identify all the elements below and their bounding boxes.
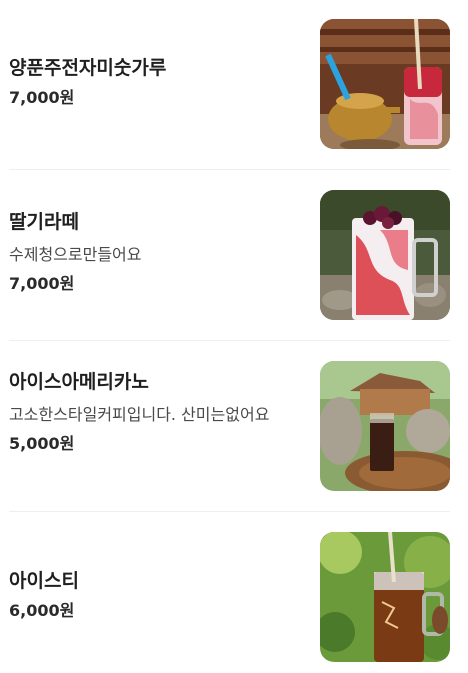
menu-item-text: 아이스아메리카노 고소한스타일커피입니다. 산미는없어요 5,000원	[9, 369, 299, 455]
iced-tea-photo-image	[320, 532, 450, 662]
menu-item-price: 6,000원	[9, 601, 75, 620]
menu-item-strawberry-latte[interactable]: 딸기라떼 수제청으로만들어요 7,000원	[9, 190, 450, 320]
menu-list: 양푼주전자미숫가루 7,000원 딸기라떼 수제청으로만들어요 7,000원 아…	[0, 0, 468, 673]
divider	[9, 340, 450, 341]
menu-item-price: 7,000원	[9, 88, 75, 107]
menu-item-price: 5,000원	[9, 434, 75, 453]
menu-item-price: 7,000원	[9, 274, 75, 293]
menu-item-name: 아이스티	[9, 570, 79, 592]
menu-item-text: 아이스티 6,000원	[9, 568, 299, 622]
misutgaru-photo-image	[320, 19, 450, 149]
divider	[9, 169, 450, 170]
menu-item-photo[interactable]	[320, 532, 450, 662]
menu-item-name: 양푼주전자미숫가루	[9, 57, 167, 79]
menu-item-name: 딸기라떼	[9, 211, 79, 233]
menu-item-photo[interactable]	[320, 190, 450, 320]
menu-item-text: 양푼주전자미숫가루 7,000원	[9, 55, 299, 109]
menu-item-text: 딸기라떼 수제청으로만들어요 7,000원	[9, 209, 299, 295]
menu-item-iced-tea[interactable]: 아이스티 6,000원	[9, 532, 450, 662]
menu-item-photo[interactable]	[320, 19, 450, 149]
menu-item-description: 고소한스타일커피입니다. 산미는없어요	[9, 405, 270, 424]
menu-item-name: 아이스아메리카노	[9, 371, 149, 393]
divider	[9, 511, 450, 512]
menu-item-description: 수제청으로만들어요	[9, 245, 142, 264]
strawberry-latte-photo-image	[320, 190, 450, 320]
menu-item-iced-americano[interactable]: 아이스아메리카노 고소한스타일커피입니다. 산미는없어요 5,000원	[9, 361, 450, 491]
menu-item-misutgaru[interactable]: 양푼주전자미숫가루 7,000원	[9, 19, 450, 149]
menu-item-photo[interactable]	[320, 361, 450, 491]
iced-americano-photo-image	[320, 361, 450, 491]
